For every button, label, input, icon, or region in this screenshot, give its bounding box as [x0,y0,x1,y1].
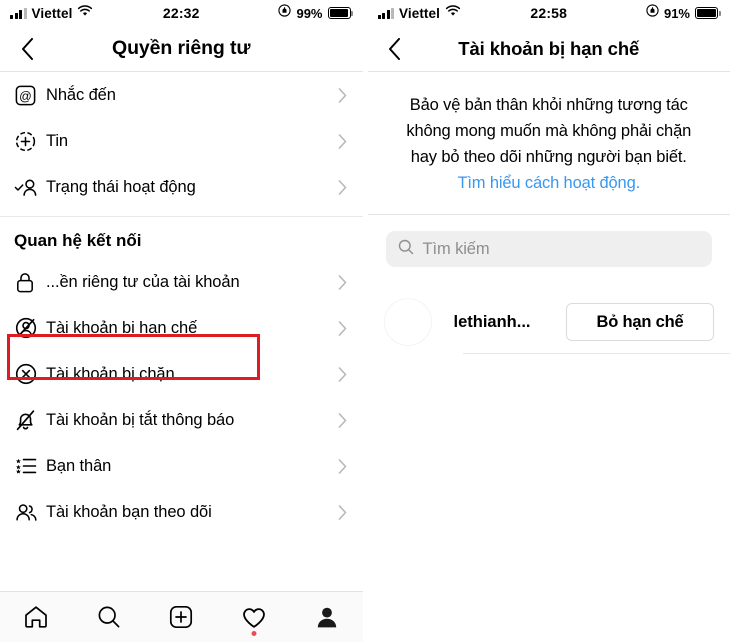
activity-status-icon [14,176,46,199]
list-item[interactable]: lethianh... Bỏ hạn chế [368,291,730,353]
sidebar-item-label: Tài khoản bị chặn [46,364,175,383]
nav-bar-left: Quyền riêng tư [0,26,363,71]
privacy-settings-list: @ Nhắc đến Tin Trạng thái hoạt động Quan… [0,72,363,535]
cellular-signal-icon [10,7,27,19]
page-title: Quyền riêng tư [112,37,251,59]
add-post-icon [170,605,193,629]
chevron-right-icon [338,458,347,474]
sidebar-item-label: Bạn thân [46,456,112,475]
wifi-icon [445,4,461,22]
chevron-right-icon [338,320,347,336]
right-phone-screen: Viettel 22:58 91% Tài khoản bị hạn chế B… [367,0,730,642]
muted-bell-icon [14,408,46,432]
username-label: lethianh... [453,312,531,331]
chevron-right-icon [338,274,347,290]
back-button[interactable] [382,36,408,62]
battery-icon [695,7,721,19]
rotation-lock-icon [278,4,292,22]
back-button[interactable] [14,36,40,62]
sidebar-item-restricted-accounts[interactable]: Tài khoản bị hạn chế [0,305,363,351]
tab-profile[interactable] [303,597,351,637]
cellular-signal-icon [377,7,394,19]
battery-percent-label: 91% [663,5,690,21]
page-title: Tài khoản bị hạn chế [458,37,640,59]
learn-more-link[interactable]: Tìm hiểu cách hoạt động. [457,174,640,192]
sidebar-item-label: Tài khoản bạn theo dõi [46,502,212,521]
sidebar-item-account-privacy[interactable]: ...ền riêng tư của tài khoản [0,259,363,305]
search-input[interactable]: Tìm kiếm [385,231,712,267]
chevron-right-icon [338,179,347,195]
sidebar-item-label: ...ền riêng tư của tài khoản [46,272,240,291]
carrier-label: Viettel [399,5,440,21]
following-accounts-icon [14,501,46,524]
tab-add[interactable] [157,597,205,637]
sidebar-item-following-accounts[interactable]: Tài khoản bạn theo dõi [0,489,363,535]
avatar [383,298,432,346]
description-text: Bảo vệ bản thân khỏi những tương tác khô… [406,96,692,166]
search-container: Tìm kiếm [368,215,730,267]
chevron-right-icon [338,87,347,103]
status-right-group: 91% [646,4,721,22]
restricted-account-icon [14,316,46,340]
tab-search[interactable] [85,597,133,637]
chevron-right-icon [338,504,347,520]
search-icon [398,239,414,260]
profile-avatar-icon [317,607,336,628]
list-row-divider [462,353,730,354]
chevron-right-icon [338,366,347,382]
sidebar-item-close-friends[interactable]: Bạn thân [0,443,363,489]
nav-bar-right: Tài khoản bị hạn chế [367,26,730,71]
status-bar-left: Viettel 22:32 99% [0,0,363,26]
chevron-right-icon [338,133,347,149]
rotation-lock-icon [646,4,659,22]
chevron-right-icon [338,412,347,428]
battery-icon [327,7,353,19]
story-plus-icon [14,130,46,153]
tab-activity[interactable] [230,597,278,637]
sidebar-item-label: Tài khoản bị tắt thông báo [46,410,235,429]
status-left-group: Viettel [10,4,93,22]
left-phone-screen: Viettel 22:32 99% Quyền riêng tư @ Nhắc … [0,0,364,642]
sidebar-item-label: Tin [46,131,69,150]
search-placeholder: Tìm kiếm [422,239,490,258]
wifi-icon [77,4,93,22]
activity-badge-dot [251,631,257,636]
sidebar-item-label: Trạng thái hoạt động [46,177,196,196]
carrier-label: Viettel [31,5,73,21]
restricted-description: Bảo vệ bản thân khỏi những tương tác khô… [368,72,730,214]
mention-at-icon: @ [14,84,46,107]
back-chevron-icon [21,37,33,60]
sidebar-item-mentions[interactable]: @ Nhắc đến [0,72,363,118]
sidebar-item-story[interactable]: Tin [0,118,363,164]
battery-percent-label: 99% [296,5,323,21]
status-bar-right: Viettel 22:58 91% [367,0,730,26]
section-header-connections: Quan hệ kết nối [14,231,142,250]
sidebar-item-muted-accounts[interactable]: Tài khoản bị tắt thông báo [0,397,363,443]
blocked-account-icon [14,362,46,386]
status-right-group: 99% [278,4,353,22]
search-icon [98,606,120,628]
bottom-tab-bar [0,591,363,642]
sidebar-item-label: Tài khoản bị hạn chế [46,318,198,337]
dual-screenshot-container: Viettel 22:32 99% Quyền riêng tư @ Nhắc … [0,0,730,642]
sidebar-item-label: Nhắc đến [46,85,116,104]
home-icon [25,606,48,628]
close-friends-icon [14,454,46,478]
unrestrict-button[interactable]: Bỏ hạn chế [566,303,714,341]
sidebar-item-blocked-accounts[interactable]: Tài khoản bị chặn [0,351,363,397]
lock-icon [14,271,46,294]
sidebar-item-activity-status[interactable]: Trạng thái hoạt động [0,164,363,210]
status-left-group: Viettel [377,4,461,22]
back-chevron-icon [389,37,400,60]
tab-home[interactable] [12,597,60,637]
svg-text:@: @ [19,89,32,103]
heart-activity-icon [243,607,265,628]
